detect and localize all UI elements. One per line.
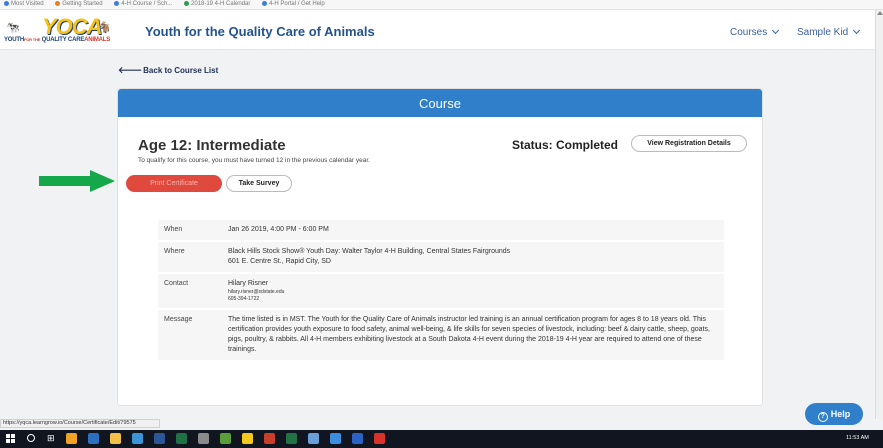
file-explorer-icon[interactable] bbox=[110, 433, 121, 444]
bookmark-item[interactable]: Getting Started bbox=[55, 1, 103, 7]
chevron-down-icon bbox=[772, 26, 780, 35]
back-link-label: Back to Course List bbox=[143, 66, 219, 75]
globe-icon bbox=[114, 1, 120, 6]
globe-icon bbox=[4, 1, 9, 6]
logo-mark: 🐄 YOCA 🐐 bbox=[4, 14, 128, 39]
sticky-notes-icon[interactable] bbox=[242, 433, 253, 444]
course-card-heading: Course bbox=[419, 96, 461, 111]
course-card: Course Age 12: Intermediate To qualify f… bbox=[117, 88, 763, 406]
course-details-table: When Jan 26 2019, 4:00 PM - 6:00 PM Wher… bbox=[158, 220, 724, 362]
acrobat-icon[interactable] bbox=[374, 433, 385, 444]
back-to-course-list-link[interactable]: 🡐Back to Course List bbox=[118, 65, 218, 76]
arrow-left-icon: 🡐 bbox=[118, 65, 143, 75]
when-label: When bbox=[158, 220, 228, 242]
contact-label: Contact bbox=[158, 273, 228, 310]
snipping-tool-icon[interactable] bbox=[308, 433, 319, 444]
where-address: 601 E. Centre St., Rapid City, SD bbox=[228, 258, 331, 265]
task-view-icon[interactable]: ⊞ bbox=[47, 433, 55, 444]
green-annotation-arrow-icon bbox=[39, 170, 117, 192]
contact-value: Hilary Risner hilary.risner@sdstate.edu … bbox=[228, 273, 724, 310]
help-button-label: Help bbox=[830, 409, 851, 419]
courses-menu-label: Courses bbox=[730, 27, 768, 38]
course-eligibility-note: To qualify for this course, you must hav… bbox=[138, 157, 370, 164]
firefox-icon[interactable] bbox=[66, 433, 77, 444]
where-venue: Black Hills Stock Show® Youth Day: Walte… bbox=[228, 248, 511, 255]
table-row: Contact Hilary Risner hilary.risner@sdst… bbox=[158, 273, 724, 310]
table-row: Where Black Hills Stock Show® Youth Day:… bbox=[158, 241, 724, 274]
help-button[interactable]: ? Help bbox=[805, 403, 863, 425]
search-icon[interactable] bbox=[27, 434, 35, 442]
windows-taskbar: ⊞ 11:53 AM bbox=[0, 430, 883, 448]
chrome-icon[interactable] bbox=[352, 433, 363, 444]
globe-icon bbox=[183, 1, 189, 6]
contact-email-link[interactable]: hilary.risner@sdstate.edu bbox=[228, 289, 724, 296]
bookmark-item[interactable]: 4-H Portal / Get Help bbox=[262, 1, 325, 7]
edge-icon[interactable] bbox=[132, 433, 143, 444]
user-menu-label: Sample Kid bbox=[797, 27, 849, 38]
cattle-icon: 🐄 bbox=[6, 22, 20, 34]
excel-icon[interactable] bbox=[286, 433, 297, 444]
logo-subtitle: YOUTHFOR THE QUALITY CAREANIMALS bbox=[4, 37, 111, 43]
contact-name: Hilary Risner bbox=[228, 280, 269, 287]
goat-icon: 🐐 bbox=[98, 22, 112, 34]
courses-menu[interactable]: Courses bbox=[730, 26, 780, 38]
site-header: 🐄 YOCA 🐐 YOUTHFOR THE QUALITY CAREANIMAL… bbox=[0, 10, 883, 50]
powerpoint-icon[interactable] bbox=[264, 433, 275, 444]
firefox-icon bbox=[55, 1, 61, 6]
chevron-down-icon bbox=[853, 26, 861, 35]
where-value: Black Hills Stock Show® Youth Day: Walte… bbox=[228, 241, 724, 274]
site-title[interactable]: Youth for the Quality Care of Animals bbox=[145, 24, 375, 39]
course-title: Age 12: Intermediate bbox=[138, 137, 286, 154]
print-certificate-button[interactable]: Print Certificate bbox=[126, 175, 222, 192]
course-status: Status: Completed bbox=[512, 138, 619, 152]
yqca-logo[interactable]: 🐄 YOCA 🐐 YOUTHFOR THE QUALITY CAREANIMAL… bbox=[4, 14, 128, 46]
globe-icon bbox=[262, 1, 268, 6]
contact-phone: 605-394-1722 bbox=[228, 296, 260, 302]
paint-icon[interactable] bbox=[220, 433, 231, 444]
bookmark-item[interactable]: 4-H Course / Sch... bbox=[114, 1, 172, 7]
table-row: When Jan 26 2019, 4:00 PM - 6:00 PM bbox=[158, 220, 724, 242]
calculator-icon[interactable] bbox=[198, 433, 209, 444]
question-circle-icon: ? bbox=[817, 412, 828, 422]
word-icon[interactable] bbox=[154, 433, 165, 444]
bookmarks-bar: Most Visited Getting Started 4-H Course … bbox=[0, 0, 883, 10]
page-scrollbar[interactable] bbox=[875, 10, 883, 419]
where-label: Where bbox=[158, 241, 228, 274]
scroll-up-arrow-icon[interactable] bbox=[877, 11, 883, 15]
view-registration-details-button[interactable]: View Registration Details bbox=[631, 135, 747, 152]
message-value: The time listed is in MST. The Youth for… bbox=[228, 309, 724, 362]
bookmark-item[interactable]: 2018-19 4-H Calendar bbox=[183, 1, 250, 7]
course-card-header: Course bbox=[118, 89, 762, 117]
project-icon[interactable] bbox=[176, 433, 187, 444]
when-value: Jan 26 2019, 4:00 PM - 6:00 PM bbox=[228, 220, 724, 242]
browser-status-url: https://yqca.learngrow.io/Course/Certifi… bbox=[0, 419, 160, 428]
message-label: Message bbox=[158, 309, 228, 362]
windows-start-icon[interactable] bbox=[6, 434, 16, 444]
take-survey-button[interactable]: Take Survey bbox=[226, 175, 292, 192]
taskbar-clock[interactable]: 11:53 AM bbox=[846, 434, 869, 442]
table-row: Message The time listed is in MST. The Y… bbox=[158, 309, 724, 362]
bookmark-item[interactable]: Most Visited bbox=[4, 1, 44, 7]
outlook-icon[interactable] bbox=[88, 433, 99, 444]
checkmark-app-icon[interactable] bbox=[330, 433, 341, 444]
user-menu[interactable]: Sample Kid bbox=[797, 26, 861, 38]
